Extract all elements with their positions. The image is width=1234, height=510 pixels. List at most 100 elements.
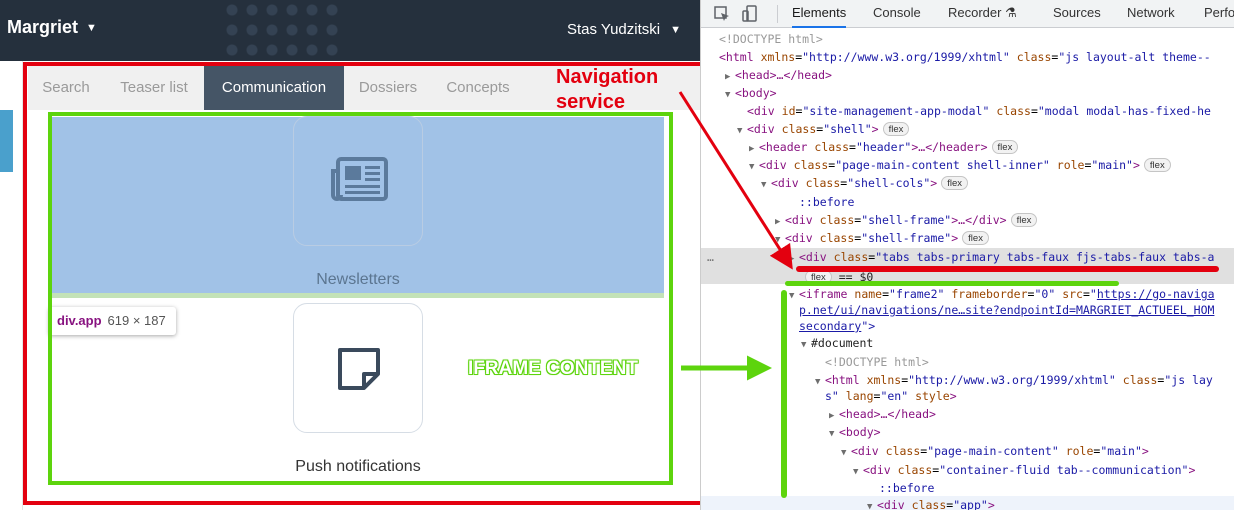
tree-token: frameborder <box>951 287 1028 301</box>
tree-token: <!DOCTYPE html> <box>719 32 823 46</box>
brand-switcher[interactable]: Margriet ▼ <box>7 17 97 38</box>
tree-token: class <box>1122 373 1158 387</box>
brand-name: Margriet <box>7 17 79 37</box>
tree-node-shell[interactable]: ▼ <div class="shell"> flex <box>701 120 1234 138</box>
tree-token: > <box>930 176 938 190</box>
tree-token: class <box>1016 50 1052 64</box>
flex-badge: flex <box>1010 213 1038 227</box>
collapse-triangle-icon: ▼ <box>829 429 835 439</box>
tab-communication[interactable]: Communication <box>204 66 344 110</box>
tree-token: role <box>1065 444 1094 458</box>
tree-token: "site-management-app-modal" <box>802 104 990 118</box>
devtools-toolbar: Elements Console Recorder ⚗ Sources Netw… <box>701 0 1234 28</box>
tree-token: <!DOCTYPE html> <box>825 355 929 369</box>
user-name: Stas Yudzitski <box>567 21 661 38</box>
tree-token: "http://www.w3.org/1999/xhtml" <box>908 373 1116 387</box>
newsletters-label: Newsletters <box>316 271 400 288</box>
recorder-label: Recorder <box>948 5 1002 20</box>
tree-token: > <box>951 231 959 245</box>
tree-token: lang <box>845 389 874 403</box>
tree-node-modal[interactable]: <div id="site-management-app-modal" clas… <box>701 102 1234 120</box>
tree-token: "js layout-alt theme-- <box>1058 50 1211 64</box>
tree-node-shell-frame-2[interactable]: ▼ <div class="shell-frame"> flex <box>701 229 1234 247</box>
tree-token: > <box>1188 463 1196 477</box>
tab-teaser-list[interactable]: Teaser list <box>104 66 204 110</box>
tree-token: class <box>885 444 921 458</box>
tree-node-doctype[interactable]: <!DOCTYPE html> <box>701 30 1234 48</box>
tree-token: > <box>949 389 957 403</box>
devtools-tab-network[interactable]: Network <box>1127 0 1175 28</box>
tree-token: <body> <box>839 425 881 439</box>
tree-token: class <box>793 158 829 172</box>
newsletters-tile[interactable] <box>293 116 423 246</box>
flex-badge: flex <box>962 231 989 245</box>
tree-node-head[interactable]: ▶ <head>…</head> <box>701 66 1234 84</box>
tree-token: > <box>1141 444 1149 458</box>
tree-token: xmlns <box>760 50 796 64</box>
tree-token: "page-main-content shell-inner" <box>835 158 1050 172</box>
tree-node-header[interactable]: ▶ <header class="header">…</header> flex <box>701 138 1234 156</box>
tree-node-shell-frame-1[interactable]: ▶ <div class="shell-frame">…</div> flex <box>701 211 1234 229</box>
tab-search[interactable]: Search <box>28 66 104 110</box>
tree-token: "tabs tabs-primary tabs-faux fjs-tabs-fa… <box>875 250 1215 264</box>
tree-token: "http://www.w3.org/1999/xhtml" <box>802 50 1010 64</box>
user-menu[interactable]: Stas Yudzitski ▼ <box>567 21 681 38</box>
tree-token: "js lay <box>1164 373 1213 387</box>
tree-token: <div <box>747 104 775 118</box>
inspect-element-icon[interactable] <box>713 5 731 23</box>
collapse-triangle-icon: ▼ <box>775 235 781 245</box>
tab-concepts[interactable]: Concepts <box>432 66 524 110</box>
push-notifications-tile[interactable] <box>293 303 423 433</box>
tree-node-shell-cols[interactable]: ▼ <div class="shell-cols"> flex <box>701 174 1234 192</box>
element-highlight-padding <box>52 293 664 298</box>
tree-token: <div <box>863 463 891 477</box>
tree-token: "main" <box>1091 158 1133 172</box>
header-pattern <box>222 0 342 61</box>
tree-token: ::before <box>799 195 855 209</box>
tree-token: "shell-frame" <box>861 213 952 227</box>
user-caret-icon: ▼ <box>670 24 681 36</box>
top-bar: Margriet ▼ Stas Yudzitski ▼ <box>0 0 700 61</box>
more-options-icon[interactable]: … <box>707 248 714 266</box>
tree-token: <div <box>747 122 775 136</box>
devtools-tab-recorder[interactable]: Recorder ⚗ <box>948 0 1017 28</box>
push-notifications-label: Push notifications <box>295 458 421 475</box>
devtools-tab-console[interactable]: Console <box>873 0 921 28</box>
device-toolbar-icon[interactable] <box>741 5 759 23</box>
tree-token: class <box>819 231 855 245</box>
tree-token: <div <box>851 444 879 458</box>
devtools-tab-elements[interactable]: Elements <box>792 0 847 28</box>
green-bracket-annotation <box>781 290 787 498</box>
green-underline-annotation <box>785 281 1119 286</box>
tree-token: >…</header> <box>911 140 988 154</box>
flex-badge: flex <box>882 122 910 136</box>
tree-node-html[interactable]: <html xmlns="http://www.w3.org/1999/xhtm… <box>701 48 1234 66</box>
devtools-tab-sources[interactable]: Sources <box>1053 0 1101 28</box>
tree-token: > <box>1132 158 1140 172</box>
collapse-triangle-icon: ▼ <box>841 448 847 458</box>
tree-token: "main" <box>1100 444 1142 458</box>
tree-token: "en" <box>880 389 909 403</box>
collapse-triangle-icon: ▼ <box>801 340 807 350</box>
tree-token: <head>…</head> <box>735 68 832 82</box>
tree-node-app[interactable]: ▼ <div class="app"> <box>701 496 1234 510</box>
tree-token: name <box>854 287 883 301</box>
tree-token: <div <box>877 498 905 510</box>
devtools-tab-performance[interactable]: Perfo <box>1204 0 1234 28</box>
tree-token: <body> <box>735 86 777 100</box>
tree-node-body[interactable]: ▼ <body> <box>701 84 1234 102</box>
tree-token: src <box>1062 287 1083 301</box>
collapse-triangle-icon: ▼ <box>867 502 873 510</box>
iframe-src-link[interactable]: https://go-naviga <box>1097 287 1215 301</box>
tree-token: <html <box>825 373 860 387</box>
tree-node-before[interactable]: ::before <box>701 193 1234 211</box>
tab-dossiers[interactable]: Dossiers <box>344 66 432 110</box>
inspect-tooltip: div.app 619 × 187 <box>49 307 176 335</box>
tree-token: "app" <box>953 498 988 510</box>
tree-token: class <box>911 498 947 510</box>
tree-token: >…</div> <box>951 213 1007 227</box>
tree-token: secondary <box>799 319 862 333</box>
tree-token: "shell-cols" <box>847 176 931 190</box>
tree-node-main[interactable]: ▼ <div class="page-main-content shell-inn… <box>701 156 1234 174</box>
tree-token: > <box>987 498 995 510</box>
